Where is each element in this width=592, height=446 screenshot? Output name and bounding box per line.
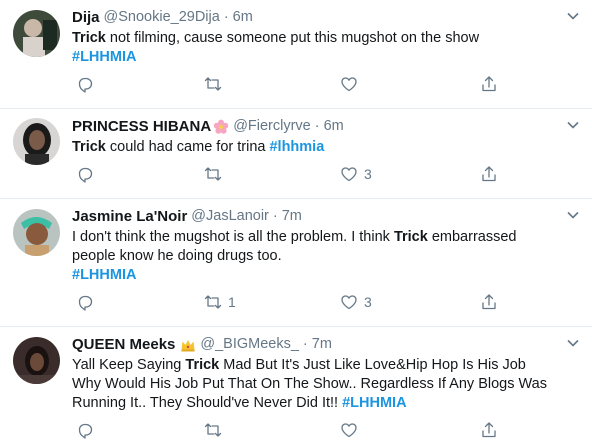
- display-name[interactable]: Dija: [72, 8, 100, 27]
- like-icon: [341, 77, 357, 92]
- tweet-text: I don't think the mugshot is all the pro…: [72, 228, 576, 285]
- crown-emoji: [181, 339, 195, 351]
- retweet-icon: [204, 423, 222, 437]
- share-button[interactable]: [480, 293, 498, 311]
- share-icon: [482, 166, 496, 182]
- hashtag-link[interactable]: #LHHMIA: [342, 395, 406, 411]
- like-count: 3: [364, 166, 372, 182]
- hashtag-link[interactable]: #LHHMIA: [72, 267, 136, 283]
- tweet[interactable]: Dija @Snookie_29Dija · 6m Trick not film…: [0, 0, 592, 109]
- user-handle[interactable]: @JasLanoir: [191, 207, 269, 226]
- tweet-text-segment: Why Would His Job Put That On The Show..…: [72, 376, 547, 392]
- separator-dot: ·: [314, 118, 320, 134]
- timestamp[interactable]: 7m: [282, 207, 302, 226]
- chevron-down-icon[interactable]: [566, 336, 580, 350]
- retweet-count: 1: [228, 294, 236, 310]
- highlighted-term: Trick: [72, 139, 106, 155]
- timestamp[interactable]: 6m: [324, 117, 344, 136]
- highlighted-term: Trick: [393, 229, 428, 245]
- tweet-actions: 1 3: [76, 285, 576, 319]
- tweet-text: Trick not filming, cause someone put thi…: [72, 29, 576, 67]
- hashtag-link[interactable]: #lhhmia: [269, 139, 324, 155]
- retweet-icon: [204, 77, 222, 91]
- like-icon: [341, 423, 357, 438]
- share-button[interactable]: [480, 165, 498, 183]
- reply-icon: [78, 77, 93, 93]
- highlighted-term: Trick: [185, 357, 220, 373]
- reply-button[interactable]: [76, 421, 204, 439]
- user-handle[interactable]: @Snookie_29Dija: [104, 8, 220, 27]
- tweet-text: Trick could had came for trina #lhhmia: [72, 138, 576, 157]
- retweet-button[interactable]: 1: [204, 293, 340, 311]
- chevron-down-icon[interactable]: [566, 118, 580, 132]
- like-button[interactable]: [340, 421, 480, 439]
- reply-icon: [78, 423, 93, 439]
- tweet-actions: [76, 67, 576, 101]
- tweet-header: Jasmine La'Noir @JasLanoir · 7m: [72, 207, 576, 226]
- tweet-feed: Dija @Snookie_29Dija · 6m Trick not film…: [0, 0, 592, 446]
- display-name[interactable]: Jasmine La'Noir: [72, 207, 187, 226]
- retweet-icon: [204, 167, 222, 181]
- tweet-text-segment: Running It.. They Should've Never Did It…: [72, 395, 343, 411]
- avatar[interactable]: [13, 209, 60, 256]
- retweet-button[interactable]: [204, 165, 340, 183]
- tweet[interactable]: PRINCESS HIBANA @Fierclyrve · 6m Trick c…: [0, 109, 592, 199]
- tweet[interactable]: QUEEN Meeks @_BIGMeeks_ · 7m Yall Keep S…: [0, 327, 592, 446]
- display-name[interactable]: PRINCESS HIBANA: [72, 117, 211, 136]
- tweet-text-segment: could had came for trina: [105, 139, 270, 155]
- like-button[interactable]: 3: [340, 293, 480, 311]
- tweet-header: Dija @Snookie_29Dija · 6m: [72, 8, 576, 27]
- tweet-actions: 3: [76, 157, 576, 191]
- share-icon: [482, 422, 496, 438]
- avatar[interactable]: [13, 10, 60, 57]
- chevron-down-icon[interactable]: [566, 9, 580, 23]
- retweet-button[interactable]: [204, 75, 340, 93]
- separator-dot: ·: [223, 9, 229, 25]
- user-handle[interactable]: @_BIGMeeks_: [200, 335, 299, 354]
- display-name[interactable]: QUEEN Meeks: [72, 335, 175, 354]
- reply-button[interactable]: [76, 293, 204, 311]
- highlighted-term: Trick: [72, 30, 106, 46]
- tweet-text-segment: not filming, cause someone put this mugs…: [105, 30, 480, 46]
- user-handle[interactable]: @Fierclyrve: [233, 117, 311, 136]
- tweet-text-segment: Mad But It's Just Like Love&Hip Hop Is H…: [219, 357, 526, 373]
- tweet-text-segment: people know he doing drugs too.: [72, 248, 282, 264]
- tweet-header: QUEEN Meeks @_BIGMeeks_ · 7m: [72, 335, 576, 354]
- reply-icon: [78, 295, 93, 311]
- timestamp[interactable]: 7m: [312, 335, 332, 354]
- retweet-icon: [204, 295, 222, 309]
- tweet-text-segment: I don't think the mugshot is all the pro…: [72, 229, 394, 245]
- tweet-header: PRINCESS HIBANA @Fierclyrve · 6m: [72, 117, 576, 136]
- share-button[interactable]: [480, 75, 498, 93]
- reply-icon: [78, 167, 93, 183]
- tweet-actions: [76, 413, 576, 446]
- reply-button[interactable]: [76, 165, 204, 183]
- reply-button[interactable]: [76, 75, 204, 93]
- timestamp[interactable]: 6m: [233, 8, 253, 27]
- retweet-button[interactable]: [204, 421, 340, 439]
- share-icon: [482, 76, 496, 92]
- hashtag-link[interactable]: #LHHMIA: [72, 49, 136, 65]
- tweet[interactable]: Jasmine La'Noir @JasLanoir · 7m I don't …: [0, 199, 592, 327]
- share-icon: [482, 294, 496, 310]
- tweet-text-segment: Yall Keep Saying: [72, 357, 186, 373]
- avatar[interactable]: [13, 337, 60, 384]
- avatar[interactable]: [13, 118, 60, 165]
- separator-dot: ·: [302, 336, 308, 352]
- like-button[interactable]: [340, 75, 480, 93]
- share-button[interactable]: [480, 421, 498, 439]
- like-icon: [341, 167, 357, 182]
- like-button[interactable]: 3: [340, 165, 480, 183]
- cherry-blossom-emoji: [213, 119, 229, 134]
- tweet-text: Yall Keep Saying Trick Mad But It's Just…: [72, 356, 576, 413]
- like-icon: [341, 295, 357, 310]
- separator-dot: ·: [272, 208, 278, 224]
- chevron-down-icon[interactable]: [566, 208, 580, 222]
- tweet-text-segment: embarrassed: [427, 229, 517, 245]
- like-count: 3: [364, 294, 372, 310]
